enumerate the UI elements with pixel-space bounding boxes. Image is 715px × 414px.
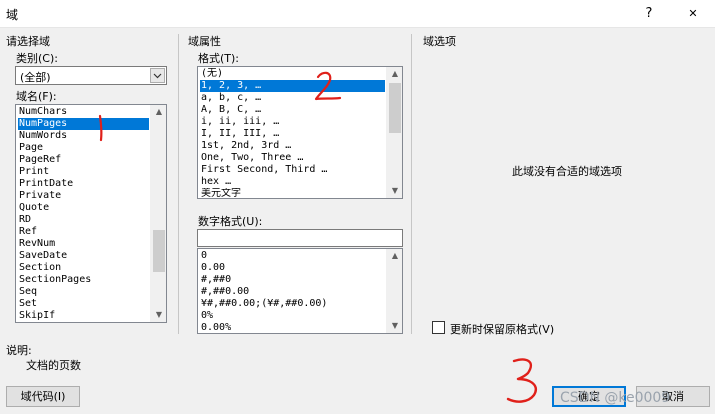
title-bar: 域 ? ✕ [0, 0, 715, 28]
help-button[interactable]: ? [636, 4, 662, 24]
number-format-scrollbar[interactable]: ▲ ▼ [386, 249, 402, 333]
separator-left [178, 34, 179, 334]
format-item[interactable]: First Second, Third … [200, 164, 385, 176]
field-name-item[interactable]: Private [18, 190, 149, 202]
format-item[interactable]: I, II, III, … [200, 128, 385, 140]
number-format-item[interactable]: 0.00% [200, 322, 385, 333]
separator-right [411, 34, 412, 334]
field-name-item[interactable]: Ref [18, 226, 149, 238]
close-button[interactable]: ✕ [678, 3, 708, 25]
scroll-up-icon[interactable]: ▲ [387, 67, 402, 81]
format-item[interactable]: 1, 2, 3, … [200, 80, 385, 92]
field-name-item[interactable]: SkipIf [18, 310, 149, 322]
number-format-item[interactable]: 0 [200, 250, 385, 262]
number-format-item[interactable]: #,##0 [200, 274, 385, 286]
number-format-input[interactable] [197, 229, 403, 247]
category-dropdown-button[interactable] [150, 68, 165, 83]
field-codes-button[interactable]: 域代码(I) [6, 386, 80, 407]
field-name-list[interactable]: NumChars NumPages NumWords Page PageRef Print… [15, 104, 167, 323]
field-name-item[interactable]: NumChars [18, 106, 149, 118]
format-item[interactable]: 1st, 2nd, 3rd … [200, 140, 385, 152]
field-name-item[interactable]: Page [18, 142, 149, 154]
number-format-list[interactable]: 0 0.00 #,##0 #,##0.00 ¥#,##0.00;(¥#,##0.00) 0… [197, 248, 403, 334]
format-item[interactable]: i, ii, iii, … [200, 116, 385, 128]
scroll-thumb[interactable] [389, 83, 401, 133]
watermark-text: CSDN @ke0009 [560, 390, 671, 406]
field-name-item[interactable]: Set [18, 298, 149, 310]
field-name-item[interactable]: PageRef [18, 154, 149, 166]
scroll-up-icon[interactable]: ▲ [151, 105, 166, 119]
field-name-item[interactable]: RevNum [18, 238, 149, 250]
field-name-item[interactable]: Seq [18, 286, 149, 298]
choose-field-title: 请选择域 [6, 35, 50, 48]
scroll-down-icon[interactable]: ▼ [387, 319, 402, 333]
format-item[interactable]: 美元文字 [200, 188, 385, 198]
preserve-format-option[interactable]: 更新时保留原格式(V) [432, 320, 602, 336]
preserve-format-checkbox[interactable] [432, 321, 445, 334]
close-icon: ✕ [688, 7, 698, 20]
number-format-item[interactable]: ¥#,##0.00;(¥#,##0.00) [200, 298, 385, 310]
field-name-item[interactable]: Section [18, 262, 149, 274]
field-name-item[interactable]: Quote [18, 202, 149, 214]
format-list[interactable]: (无) 1, 2, 3, … a, b, c, … A, B, C, … i, ii, … [197, 66, 403, 199]
description-text: 文档的页数 [26, 359, 81, 372]
scroll-up-icon[interactable]: ▲ [387, 249, 402, 263]
field-name-items: NumChars NumPages NumWords Page PageRef Print… [18, 106, 149, 322]
window-title: 域 [6, 8, 19, 22]
format-item[interactable]: hex … [200, 176, 385, 188]
scroll-down-icon[interactable]: ▼ [387, 184, 402, 198]
description-label: 说明: [6, 344, 32, 357]
scroll-down-icon[interactable]: ▼ [151, 308, 166, 322]
format-items: (无) 1, 2, 3, … a, b, c, … A, B, C, … i, ii, … [200, 68, 385, 198]
field-name-label: 域名(F): [16, 90, 57, 103]
number-format-items: 0 0.00 #,##0 #,##0.00 ¥#,##0.00;(¥#,##0.00) 0… [200, 250, 385, 333]
preserve-format-label: 更新时保留原格式(V) [450, 323, 555, 336]
scroll-thumb[interactable] [153, 230, 165, 272]
field-name-item[interactable]: NumWords [18, 130, 149, 142]
number-format-label: 数字格式(U): [198, 215, 263, 228]
format-item[interactable]: (无) [200, 68, 385, 80]
field-name-item[interactable]: PrintDate [18, 178, 149, 190]
category-label: 类别(C): [16, 52, 58, 65]
field-name-item[interactable]: Print [18, 166, 149, 178]
field-name-item[interactable]: SaveDate [18, 250, 149, 262]
number-format-item[interactable]: 0.00 [200, 262, 385, 274]
field-name-item[interactable]: SectionPages [18, 274, 149, 286]
number-format-item[interactable]: 0% [200, 310, 385, 322]
number-format-item[interactable]: #,##0.00 [200, 286, 385, 298]
chevron-down-icon [153, 73, 162, 79]
category-dropdown[interactable]: (全部) [15, 66, 167, 85]
field-properties-title: 域属性 [188, 35, 221, 48]
field-options-title: 域选项 [423, 35, 456, 48]
format-list-scrollbar[interactable]: ▲ ▼ [386, 67, 402, 198]
format-item[interactable]: A, B, C, … [200, 104, 385, 116]
format-item[interactable]: One, Two, Three … [200, 152, 385, 164]
no-options-text: 此域没有合适的域选项 [512, 165, 622, 178]
field-name-item[interactable]: NumPages [18, 118, 149, 130]
field-name-item[interactable]: RD [18, 214, 149, 226]
format-item[interactable]: a, b, c, … [200, 92, 385, 104]
field-list-scrollbar[interactable]: ▲ ▼ [150, 105, 166, 322]
category-value: (全部) [20, 71, 51, 84]
format-label: 格式(T): [198, 52, 240, 65]
